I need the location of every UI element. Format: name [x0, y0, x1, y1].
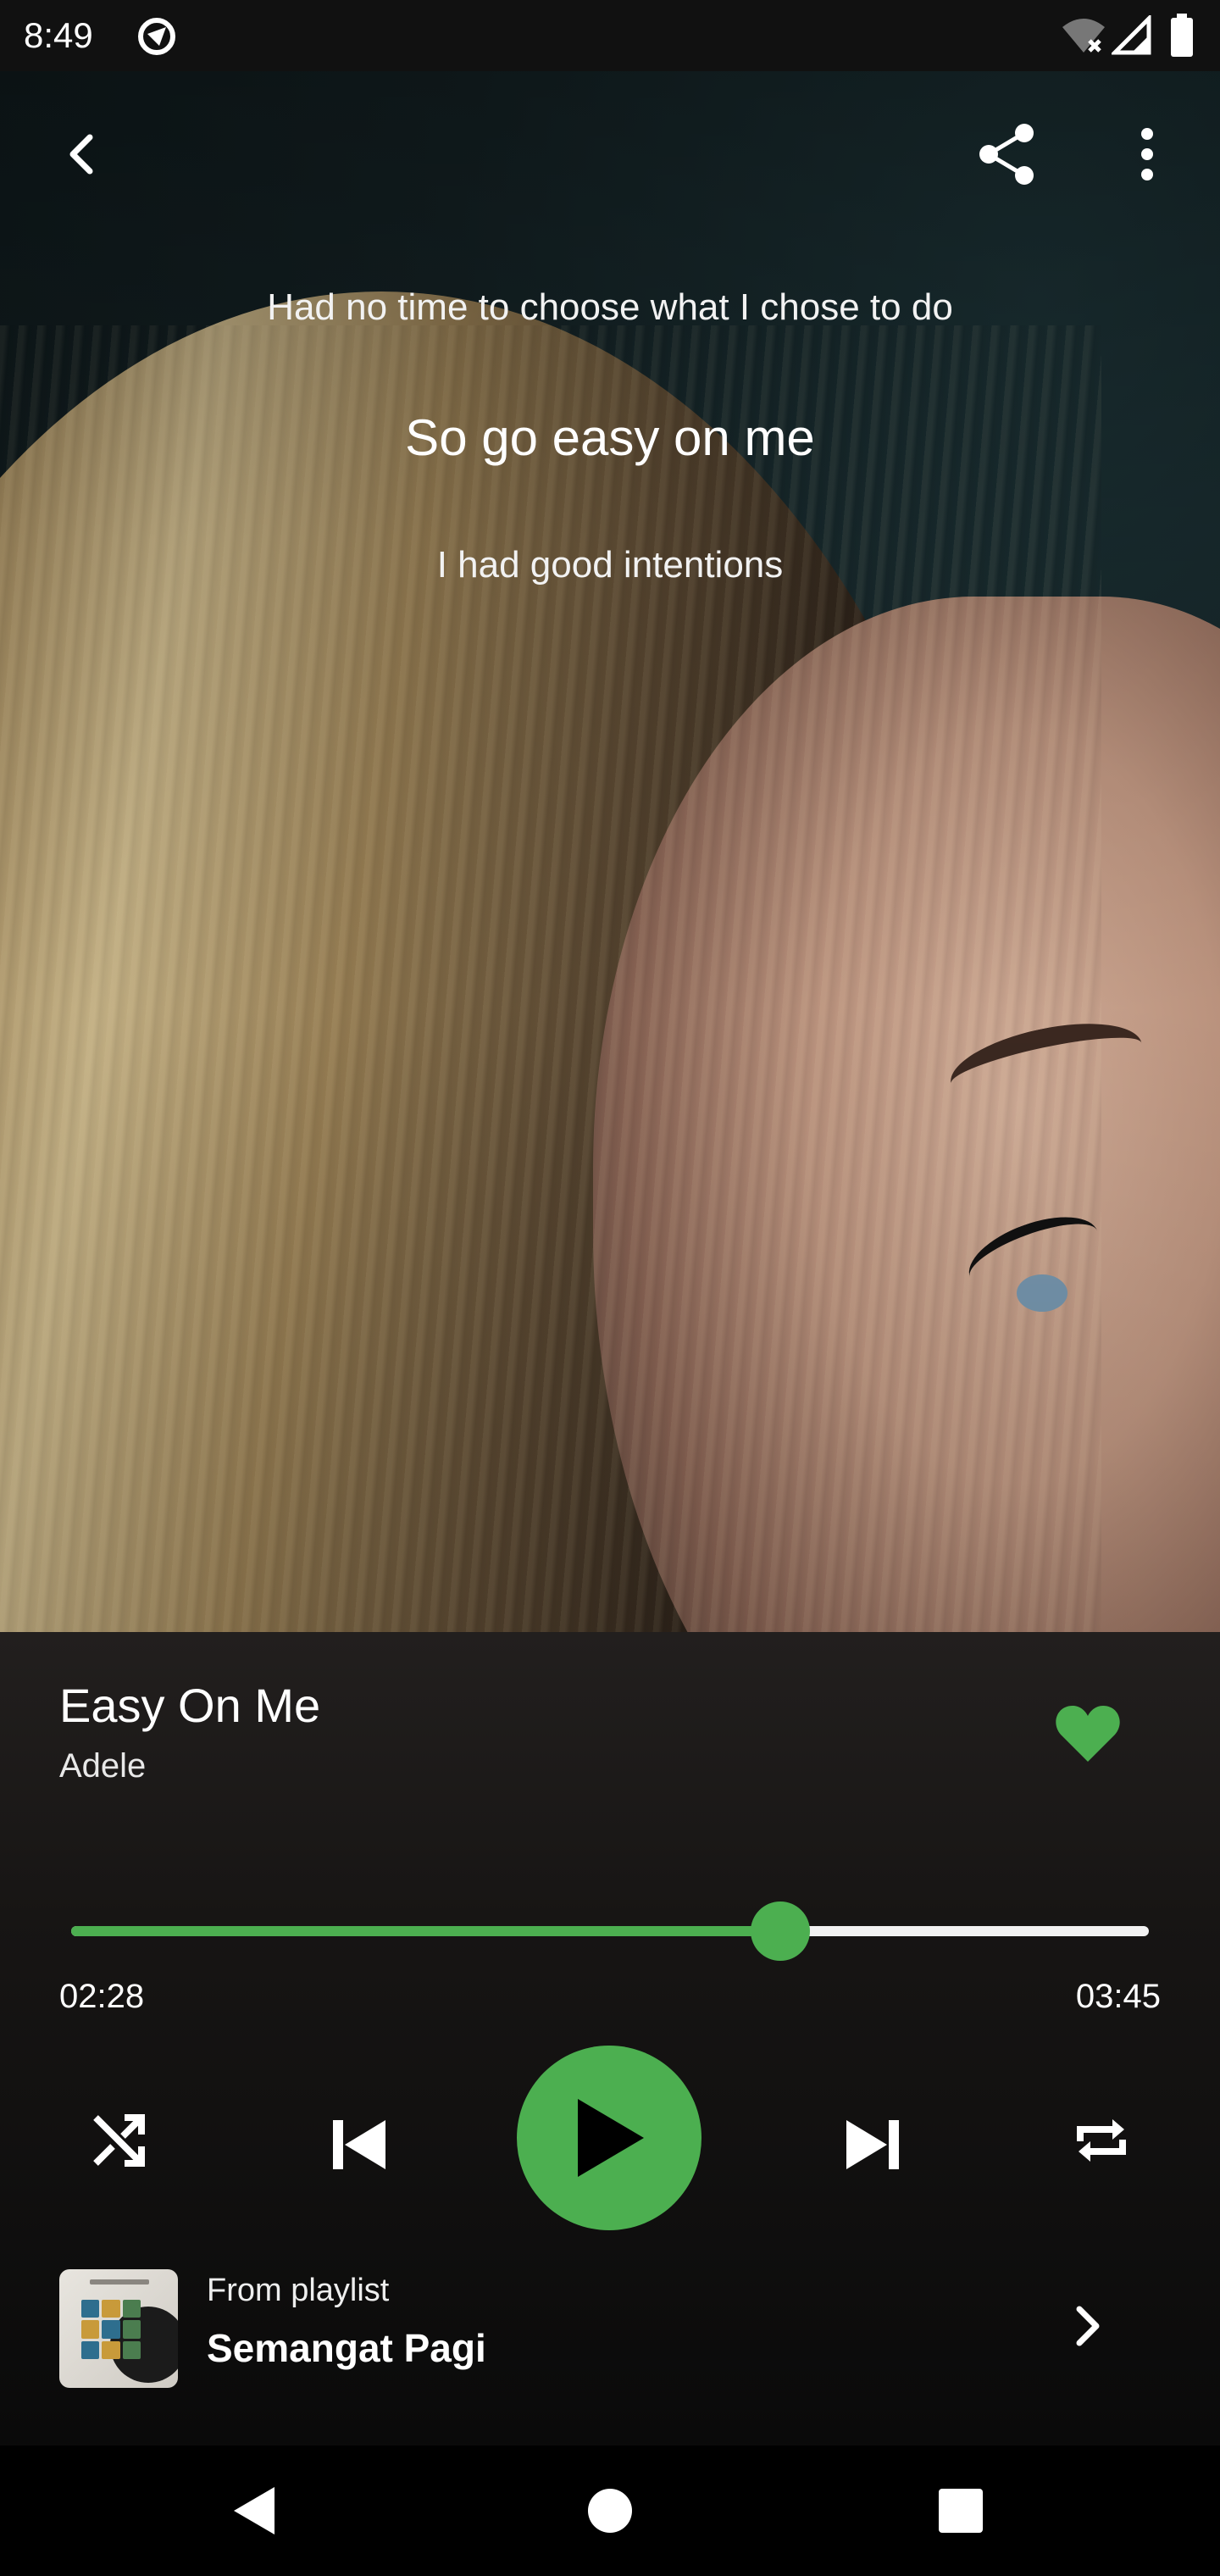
heart-icon [1056, 1706, 1120, 1762]
signal-icon [1109, 13, 1152, 60]
seek-bar-progress [71, 1926, 780, 1936]
next-track-button[interactable] [830, 2098, 915, 2191]
shuffle-icon [93, 2114, 145, 2167]
open-playlist-button[interactable] [1061, 2288, 1115, 2364]
back-button[interactable] [41, 114, 122, 195]
more-vert-icon [1141, 128, 1153, 180]
seek-bar-thumb[interactable] [750, 1901, 810, 1961]
chevron-right-icon [1076, 2306, 1100, 2346]
skip-next-icon [846, 2120, 899, 2169]
skip-previous-icon [333, 2120, 385, 2169]
nav-back-button[interactable] [212, 2468, 297, 2553]
elapsed-time: 02:28 [59, 1978, 145, 2015]
share-icon [979, 124, 1034, 185]
nav-back-icon [234, 2487, 274, 2534]
status-time: 8:49 [24, 15, 93, 55]
nav-recents-button[interactable] [918, 2468, 1003, 2553]
playlist-name[interactable]: Semangat Pagi [207, 2325, 486, 2371]
track-title: Easy On Me [59, 1679, 321, 1732]
system-navigation-bar [0, 2446, 1220, 2576]
shuffle-button[interactable] [76, 2098, 161, 2183]
playlist-cover-title [90, 2279, 149, 2285]
previous-track-button[interactable] [317, 2098, 402, 2191]
seek-bar[interactable] [71, 1901, 1149, 1961]
wifi-off-icon [1061, 15, 1106, 60]
lyric-previous-line[interactable]: Had no time to choose what I chose to do [0, 286, 1220, 329]
battery-icon [1169, 14, 1195, 62]
total-time: 03:45 [1075, 1978, 1161, 2015]
player-panel: Easy On Me Adele 02:28 03:45 From playli… [0, 1632, 1220, 2446]
playlist-cover-grid [81, 2300, 141, 2359]
back-icon [69, 134, 93, 175]
app-notification-icon [136, 15, 178, 58]
playlist-cover [59, 2269, 178, 2388]
like-button[interactable] [1044, 1690, 1132, 1778]
share-button[interactable] [966, 114, 1047, 195]
play-icon [578, 2099, 644, 2177]
nav-home-button[interactable] [568, 2468, 652, 2553]
repeat-icon [1077, 2119, 1126, 2162]
status-bar: 8:49 [0, 0, 1220, 71]
nav-recents-icon [939, 2489, 983, 2533]
track-artist[interactable]: Adele [59, 1747, 146, 1785]
lyric-next-line[interactable]: I had good intentions [0, 544, 1220, 586]
more-options-button[interactable] [1106, 114, 1188, 195]
playlist-caption: From playlist [207, 2273, 390, 2308]
play-button[interactable] [517, 2046, 702, 2230]
lyric-current-line[interactable]: So go easy on me [0, 408, 1220, 467]
source-playlist-row[interactable]: From playlist Semangat Pagi [0, 2262, 1220, 2398]
repeat-button[interactable] [1059, 2098, 1144, 2183]
nav-home-icon [588, 2489, 632, 2533]
